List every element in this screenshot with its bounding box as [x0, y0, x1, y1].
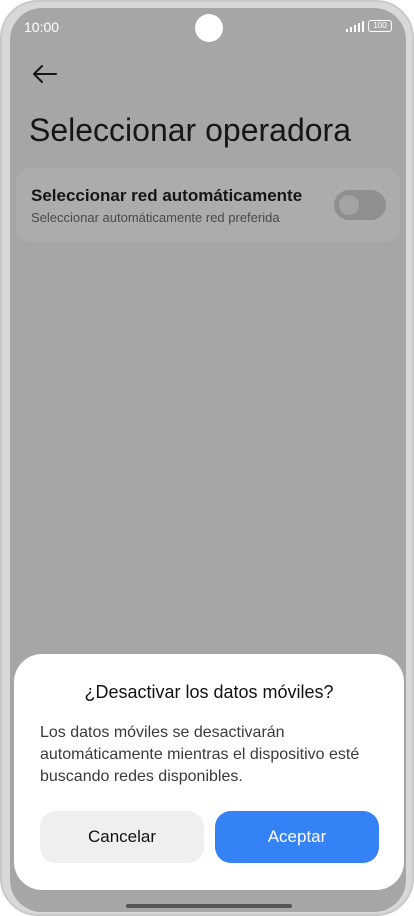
setting-subtitle: Seleccionar automáticamente red preferid… [31, 210, 280, 225]
auto-network-setting[interactable]: Seleccionar red automáticamente Seleccio… [16, 168, 400, 242]
front-camera [195, 14, 223, 42]
cancel-button[interactable]: Cancelar [40, 811, 204, 863]
toggle-knob [339, 195, 359, 215]
dialog-title: ¿Desactivar los datos móviles? [84, 682, 334, 702]
screen: 10:00 100 Seleccionar operadora Seleccio… [10, 8, 406, 912]
auto-network-toggle[interactable] [334, 190, 386, 220]
status-bar: 10:00 100 [10, 8, 406, 44]
signal-icon [346, 21, 364, 32]
arrow-left-icon [33, 65, 57, 83]
accept-button[interactable]: Aceptar [215, 811, 379, 863]
setting-title: Seleccionar red automáticamente [31, 186, 303, 205]
status-time: 10:00 [24, 19, 60, 35]
phone-frame: 10:00 100 Seleccionar operadora Seleccio… [0, 0, 414, 916]
back-button[interactable] [30, 62, 60, 86]
home-indicator[interactable] [126, 904, 292, 908]
battery-icon: 100 [368, 20, 392, 32]
dialog-message: Los datos móviles se desactivarán automá… [40, 724, 360, 785]
disable-mobile-data-dialog: ¿Desactivar los datos móviles? Los datos… [14, 654, 404, 890]
page-title: Seleccionar operadora [29, 112, 351, 148]
